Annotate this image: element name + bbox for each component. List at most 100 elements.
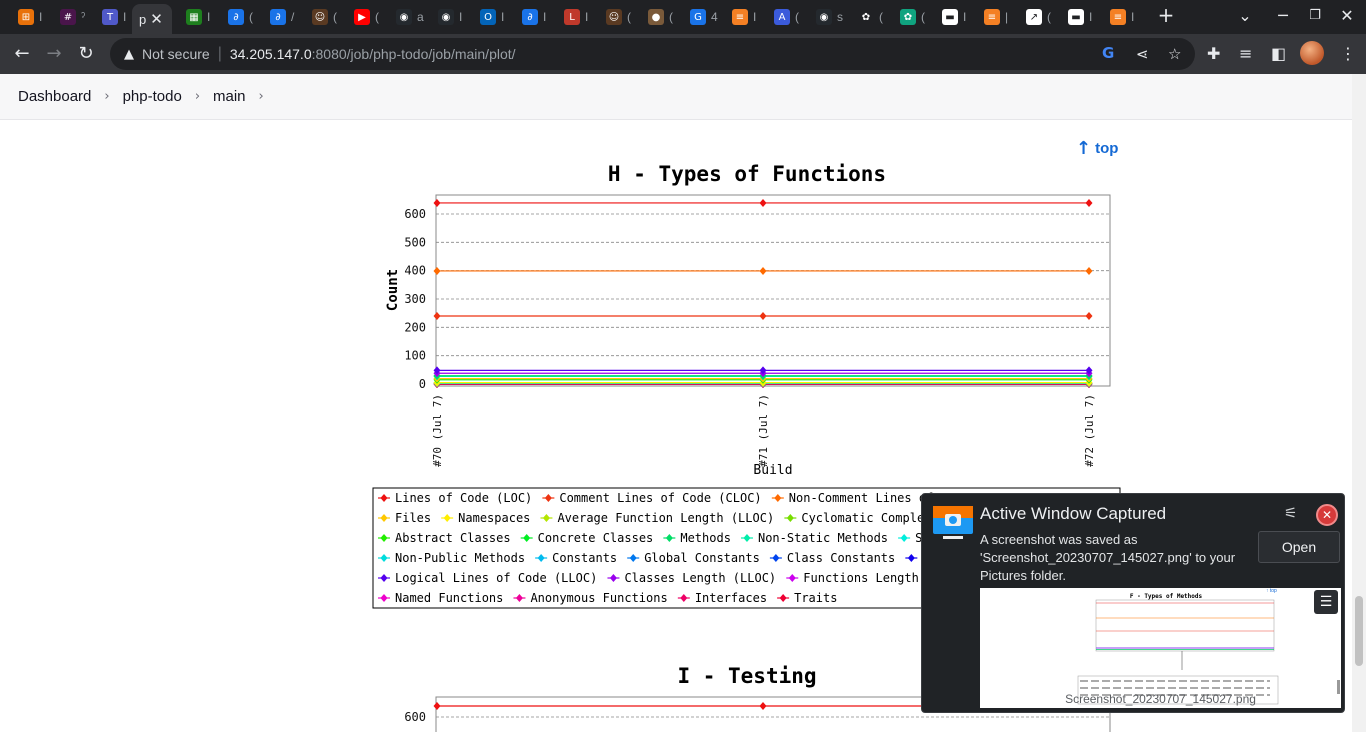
browser-tab[interactable]: ☺( [602,4,631,30]
legend-label: Namespaces [458,511,530,525]
tab-title: I [39,10,43,24]
legend-label: Concrete Classes [538,531,654,545]
tab-title: I [1089,10,1093,24]
close-tab-icon[interactable]: ✕ [150,10,163,28]
security-indicator[interactable]: Not secure [142,46,210,62]
screenshot-thumbnail[interactable]: F - Types of Methods ↑ top [980,588,1341,708]
tab-title: ( [669,10,673,24]
side-panel-icon[interactable]: ◧ [1271,44,1286,63]
browser-tab[interactable]: TI [98,4,126,30]
profile-avatar[interactable] [1300,41,1324,65]
extensions-puzzle-icon[interactable]: ✚ [1207,44,1220,63]
browser-tab[interactable]: ✿( [854,4,883,30]
breadcrumb-main[interactable]: main [213,88,246,105]
chevron-right-icon: › [194,89,201,104]
browser-tab[interactable]: ☺( [308,4,337,30]
scrollbar-thumb[interactable] [1355,596,1363,666]
tab-title: ( [333,10,337,24]
y-tick-label: 300 [404,292,426,306]
bookmark-star-icon[interactable]: ☆ [1168,45,1181,63]
browser-tab[interactable]: ▶( [350,4,379,30]
x-tick-label: #70 (Jul 7) [431,394,444,467]
google-lens-icon[interactable]: G [1102,44,1114,62]
tab-title: s [837,10,843,24]
chevron-right-icon[interactable]: › [259,89,264,104]
browser-tab[interactable]: ◉ I [434,4,462,30]
forward-arrow-icon[interactable]: → [42,42,66,66]
browser-tab[interactable]: # ˀ [56,4,85,30]
browser-tab[interactable]: ≡ I [1106,4,1134,30]
open-button[interactable]: Open [1258,531,1340,563]
browser-tab[interactable]: ●( [644,4,673,30]
close-icon[interactable]: ✕ [1316,504,1338,526]
browser-tab[interactable]: ⊞ I [14,4,42,30]
tab-title: | [1005,10,1009,24]
tab-title: ( [921,10,925,24]
tab-active[interactable]: p ✕ [132,4,172,34]
tab-favicon-icon: ∂ [522,9,538,25]
minimize-button[interactable]: ─ [1272,6,1294,25]
hamburger-icon[interactable]: ☰ [1314,590,1338,614]
tab-favicon-icon: ☺ [312,9,328,25]
browser-tab[interactable]: ∂( [224,4,253,30]
legend-label: Non-Public Methods [395,551,525,565]
y-axis-label: Count [385,269,401,311]
legend-label: Named Functions [395,591,503,605]
browser-tab[interactable]: OI [476,4,504,30]
legend-label: Traits [794,591,837,605]
preview-title: F - Types of Methods [1130,593,1203,600]
legend-label: Non-Static Methods [758,531,888,545]
tab-title: I [1131,10,1135,24]
browser-tab[interactable]: ▬ I [1064,4,1092,30]
tab-title: I [963,10,967,24]
tab-favicon-icon: O [480,9,496,25]
tab-title: I [753,10,757,24]
screenshot-app-icon [933,506,973,539]
more-menu-icon[interactable]: ⋮ [1340,44,1356,63]
browser-tab[interactable]: LI [560,4,588,30]
browser-tab[interactable]: ◉ s [812,4,843,30]
warning-triangle-icon[interactable]: ▲ [124,47,134,62]
y-tick-label: 500 [404,235,426,249]
browser-tab[interactable]: ◉ a [392,4,424,30]
close-window-button[interactable]: ✕ [1336,6,1358,25]
preview-top-link: ↑ top [1266,588,1277,594]
notification-body: A screenshot was saved as 'Screenshot_20… [980,532,1236,583]
browser-tab[interactable]: ✿( [896,4,925,30]
share-icon[interactable]: ⋖ [1136,45,1149,63]
url-host[interactable]: 34.205.147.0 [230,46,312,62]
tab-title: ( [795,10,799,24]
new-tab-button[interactable]: + [1155,3,1177,27]
breadcrumb-dashboard[interactable]: Dashboard [18,88,91,105]
maximize-button[interactable]: ❐ [1304,8,1326,23]
browser-tab[interactable]: G4 [686,4,718,30]
browser-tab[interactable]: ≡ I [728,4,756,30]
browser-tab[interactable]: ≡ | [980,4,1008,30]
reload-icon[interactable]: ↻ [74,42,98,66]
legend-label: Global Constants [644,551,760,565]
legend-label: Lines of Code (LOC) [395,491,532,505]
legend-label: Classes Length (LLOC) [624,571,776,585]
tab-search-chevron-icon[interactable]: ⌄ [1234,6,1256,25]
screenshot-notification: Active Window Captured A screenshot was … [921,493,1345,713]
sliders-icon[interactable]: ⚟ [1284,504,1297,522]
reading-list-icon[interactable]: ≡ [1239,44,1252,63]
address-bar[interactable]: ▲ Not secure | 34.205.147.0:8080/job/php… [110,38,1195,70]
browser-tab[interactable]: ▦ I [182,4,210,30]
tab-favicon-icon: ✿ [858,9,874,25]
browser-tab[interactable]: ▬ I [938,4,966,30]
url-path[interactable]: :8080/job/php-todo/job/main/plot/ [312,46,516,62]
browser-tab[interactable]: A( [770,4,799,30]
y-tick-label: 600 [404,710,426,724]
breadcrumb-php-todo[interactable]: php-todo [123,88,182,105]
page-scrollbar[interactable] [1352,74,1366,732]
chevron-right-icon: › [104,89,110,104]
browser-tab[interactable]: ↗( [1022,4,1051,30]
browser-tab[interactable]: ∂ I [518,4,546,30]
tab-favicon-icon: ● [648,9,664,25]
browser-tab[interactable]: ∂ / [266,4,294,30]
tab-title: ˀ [81,10,86,24]
omnibox-divider: | [217,45,222,62]
tab-favicon-icon: ▬ [1068,9,1084,25]
back-arrow-icon[interactable]: ← [10,42,34,66]
